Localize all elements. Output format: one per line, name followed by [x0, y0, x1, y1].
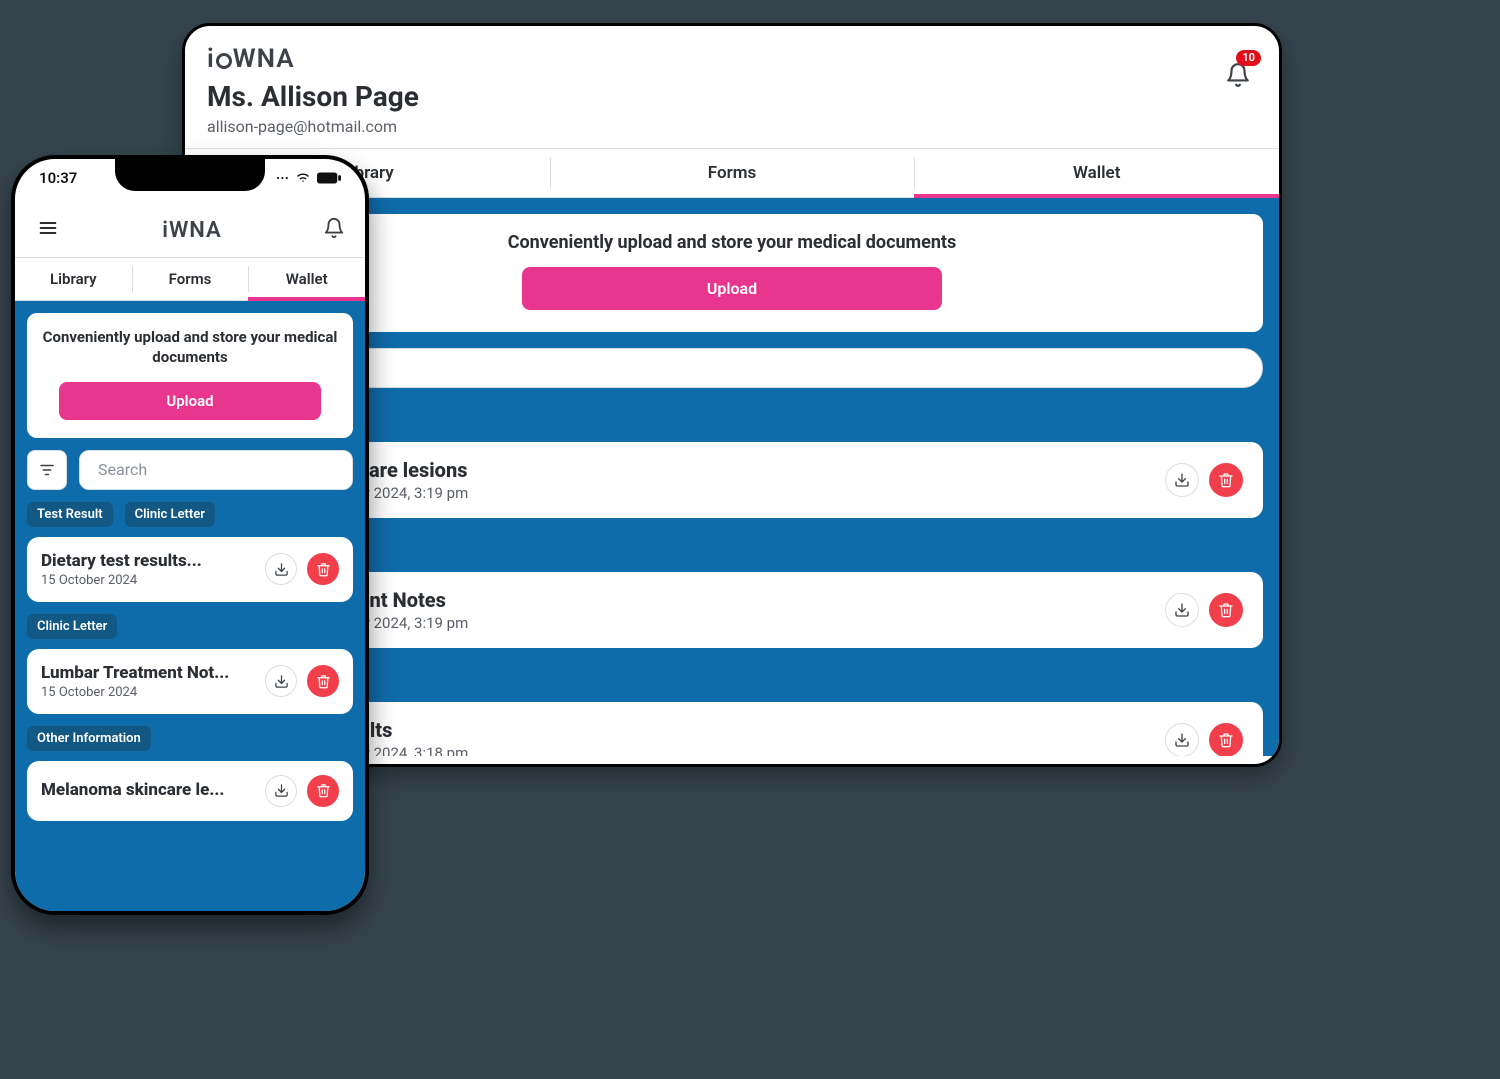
phone-status-bar: 10:37 ··· [15, 169, 365, 187]
trash-icon [316, 783, 331, 798]
brand-logo: iWNA [162, 218, 221, 243]
download-button[interactable] [1165, 463, 1199, 497]
search-input[interactable] [79, 450, 353, 490]
user-name: Ms. Allison Page [207, 80, 419, 113]
trash-icon [316, 674, 331, 689]
phone-tabs: Library Forms Wallet [15, 258, 365, 301]
menu-button[interactable] [35, 218, 61, 242]
bell-icon [323, 217, 345, 239]
document-card[interactable]: Melanoma skincare le... [27, 761, 353, 821]
trash-icon [1218, 732, 1234, 748]
search-input[interactable] [253, 348, 1263, 388]
delete-button[interactable] [307, 775, 339, 807]
upload-headline: Conveniently upload and store your medic… [221, 232, 1243, 253]
phone-frame: 10:37 ··· iWNA Library Forms Wallet Conv… [11, 155, 369, 915]
tab-forms[interactable]: Forms [550, 149, 915, 197]
document-actions [1165, 463, 1243, 497]
tab-wallet[interactable]: Wallet [248, 258, 365, 300]
delete-button[interactable] [1209, 463, 1243, 497]
brand-logo: iWNA [207, 44, 419, 74]
trash-icon [1218, 602, 1234, 618]
tab-forms[interactable]: Forms [132, 258, 249, 300]
trash-icon [316, 562, 331, 577]
download-button[interactable] [265, 775, 297, 807]
document-actions [265, 553, 339, 585]
download-icon [1174, 602, 1190, 618]
notifications-button[interactable]: 10 [1225, 44, 1257, 92]
delete-button[interactable] [307, 665, 339, 697]
user-email: allison-page@hotmail.com [207, 117, 419, 136]
filter-chip[interactable]: Clinic Letter [125, 502, 215, 527]
document-main: Lumbar Treatment Not... 15 October 2024 [41, 663, 265, 700]
battery-icon [317, 172, 341, 184]
delete-button[interactable] [1209, 723, 1243, 756]
category-chip: Other Information [27, 726, 151, 751]
delete-button[interactable] [1209, 593, 1243, 627]
download-icon [274, 674, 289, 689]
status-icons: ··· [276, 169, 341, 187]
filter-button[interactable] [27, 450, 67, 490]
document-title: Lumbar Treatment Not... [41, 663, 265, 683]
document-actions [1165, 593, 1243, 627]
document-main: Dietary test results... 15 October 2024 [41, 551, 265, 588]
tab-wallet[interactable]: Wallet [914, 149, 1279, 197]
hamburger-icon [35, 218, 61, 238]
tablet-header: iWNA Ms. Allison Page allison-page@hotma… [185, 26, 1279, 149]
search-row [27, 450, 353, 490]
download-icon [1174, 472, 1190, 488]
trash-icon [1218, 472, 1234, 488]
identity-block: iWNA Ms. Allison Page allison-page@hotma… [207, 44, 419, 136]
download-button[interactable] [1165, 723, 1199, 756]
download-icon [1174, 732, 1190, 748]
notification-badge: 10 [1236, 50, 1261, 66]
tab-library[interactable]: Library [15, 258, 132, 300]
category-chip: Clinic Letter [27, 614, 117, 639]
wifi-icon [295, 172, 311, 184]
download-button[interactable] [265, 665, 297, 697]
wallet-panel: Conveniently upload and store your medic… [15, 301, 365, 911]
document-subtitle: 15 October 2024 [41, 573, 265, 588]
document-actions [1165, 723, 1243, 756]
document-title: Melanoma skincare le... [41, 780, 265, 800]
document-actions [265, 775, 339, 807]
filter-icon [38, 461, 56, 479]
delete-button[interactable] [307, 553, 339, 585]
status-time: 10:37 [39, 169, 77, 187]
active-filter-chips: Test Result Clinic Letter [27, 490, 353, 527]
document-main: Melanoma skincare le... [41, 780, 265, 802]
notifications-button[interactable] [323, 217, 345, 243]
phone-inner: iWNA Library Forms Wallet Conveniently u… [15, 159, 365, 911]
filter-chip[interactable]: Test Result [27, 502, 113, 527]
upload-button[interactable]: Upload [522, 267, 942, 310]
document-title: Dietary test results... [41, 551, 265, 571]
download-button[interactable] [1165, 593, 1199, 627]
download-icon [274, 562, 289, 577]
document-card[interactable]: Lumbar Treatment Not... 15 October 2024 [27, 649, 353, 714]
document-card[interactable]: Dietary test results... 15 October 2024 [27, 537, 353, 602]
cellular-icon: ··· [276, 169, 289, 187]
upload-button[interactable]: Upload [59, 382, 321, 420]
upload-headline: Conveniently upload and store your medic… [41, 327, 339, 368]
upload-card: Conveniently upload and store your medic… [27, 313, 353, 438]
document-actions [265, 665, 339, 697]
download-icon [274, 783, 289, 798]
document-subtitle: 15 October 2024 [41, 685, 265, 700]
download-button[interactable] [265, 553, 297, 585]
